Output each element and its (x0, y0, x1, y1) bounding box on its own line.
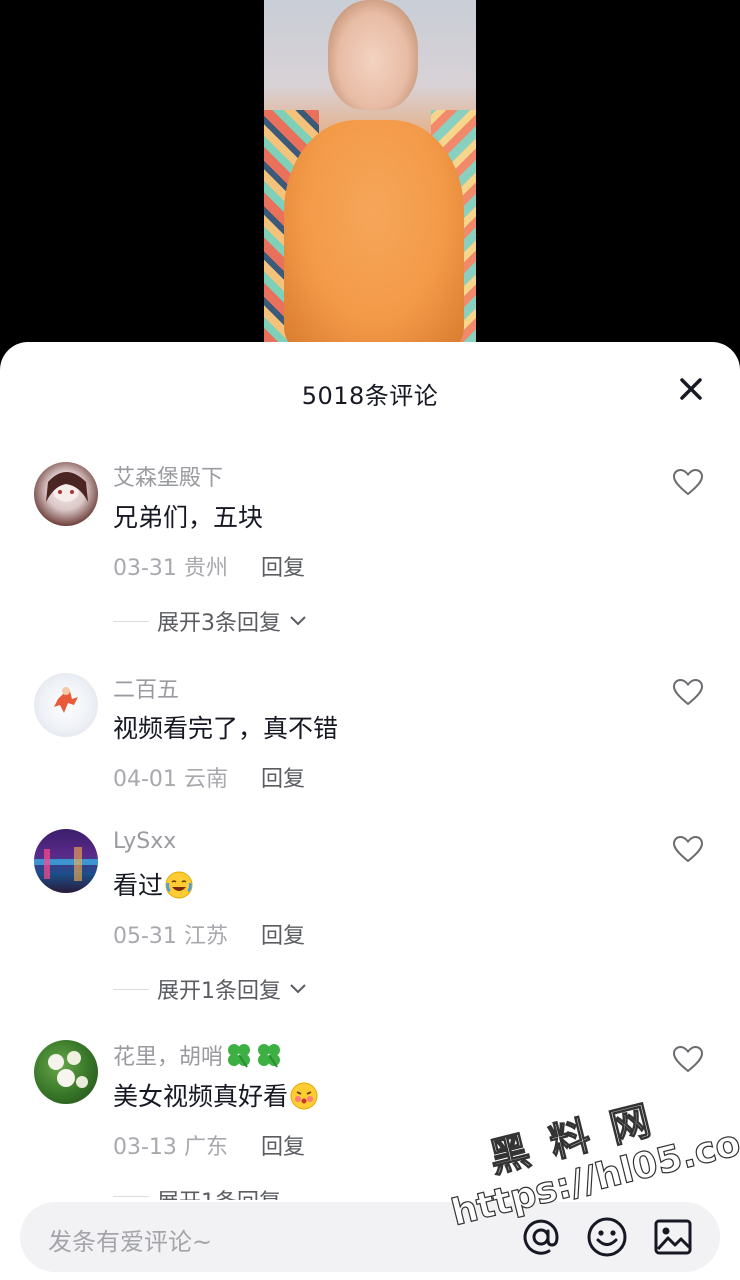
image-picture-icon[interactable] (652, 1216, 694, 1258)
divider (113, 988, 149, 990)
chevron-down-icon (290, 984, 306, 994)
avatar[interactable] (34, 1040, 98, 1104)
comment-date: 05-31 (113, 924, 177, 949)
video-frame[interactable] (264, 0, 476, 342)
reply-button[interactable]: 回复 (261, 1129, 305, 1161)
expand-replies-button[interactable]: 展开1条回复 (113, 973, 307, 1005)
comment-input-bar[interactable]: 发条有爱评论~ (20, 1202, 720, 1272)
like-heart-icon[interactable] (672, 678, 704, 706)
expand-replies-button[interactable]: 展开1条回复 (113, 1184, 281, 1200)
comment-date: 04-01 (113, 767, 177, 792)
reply-button[interactable]: 回复 (261, 550, 305, 582)
comment-author[interactable]: 艾森堡殿下 (113, 460, 223, 492)
like-heart-icon[interactable] (672, 1045, 704, 1073)
kissing-face-emoji-icon (290, 1082, 318, 1110)
expand-replies-button[interactable]: 展开3条回复 (113, 605, 307, 637)
avatar[interactable] (34, 673, 98, 737)
comment-author[interactable]: 二百五 (113, 672, 179, 704)
close-icon[interactable] (678, 376, 704, 402)
like-heart-icon[interactable] (672, 835, 704, 863)
mention-at-icon[interactable] (520, 1216, 562, 1258)
video-content-head (328, 0, 418, 110)
comment-text: 兄弟们，五块 (113, 503, 264, 532)
comment-location: 云南 (183, 767, 228, 792)
reply-button[interactable]: 回复 (261, 918, 305, 950)
video-content-body (284, 120, 464, 342)
comment-meta: 03-13 广东 (113, 1129, 228, 1161)
reply-button[interactable]: 回复 (261, 761, 305, 793)
comment-input-placeholder[interactable]: 发条有爱评论~ (48, 1222, 212, 1257)
comment-author[interactable]: 花里，胡哨 (113, 1039, 283, 1071)
comment-date: 03-13 (113, 1135, 177, 1160)
comment-author-text: 花里，胡哨 (113, 1045, 224, 1070)
comment-text-content: 看过 (113, 871, 164, 900)
comment-text-content: 美女视频真好看 (113, 1082, 289, 1111)
four-leaf-clover-emoji-icon (258, 1044, 281, 1068)
expand-replies-label: 展开1条回复 (157, 1184, 281, 1200)
divider (113, 1196, 149, 1197)
comment-text: 看过 (113, 866, 193, 902)
four-leaf-clover-emoji-icon (228, 1044, 251, 1068)
expand-replies-label: 展开1条回复 (157, 979, 281, 1004)
chevron-down-icon (290, 616, 306, 626)
avatar[interactable] (34, 829, 98, 893)
comment-meta: 03-31 贵州 (113, 550, 228, 582)
emoji-smile-icon[interactable] (586, 1216, 628, 1258)
comment-text: 美女视频真好看 (113, 1077, 318, 1113)
comment-author[interactable]: LySxx (113, 829, 176, 854)
comment-meta: 05-31 江苏 (113, 918, 228, 950)
avatar[interactable] (34, 462, 98, 526)
divider (113, 620, 149, 622)
video-player[interactable] (0, 0, 740, 360)
crying-laughing-emoji-icon (165, 871, 193, 899)
comment-sheet: 5018条评论 艾森堡殿下 兄弟们，五块 03-31 贵州 回复 展开3条回复 … (0, 342, 740, 1280)
expand-replies-label: 展开3条回复 (157, 611, 281, 636)
like-heart-icon[interactable] (672, 468, 704, 496)
comment-meta: 04-01 云南 (113, 761, 228, 793)
comment-count-title: 5018条评论 (301, 382, 439, 410)
comment-date: 03-31 (113, 556, 177, 581)
comment-text: 视频看完了，真不错 (113, 714, 339, 743)
comment-location: 贵州 (183, 556, 228, 581)
comment-location: 广东 (183, 1135, 228, 1160)
comment-location: 江苏 (183, 924, 228, 949)
